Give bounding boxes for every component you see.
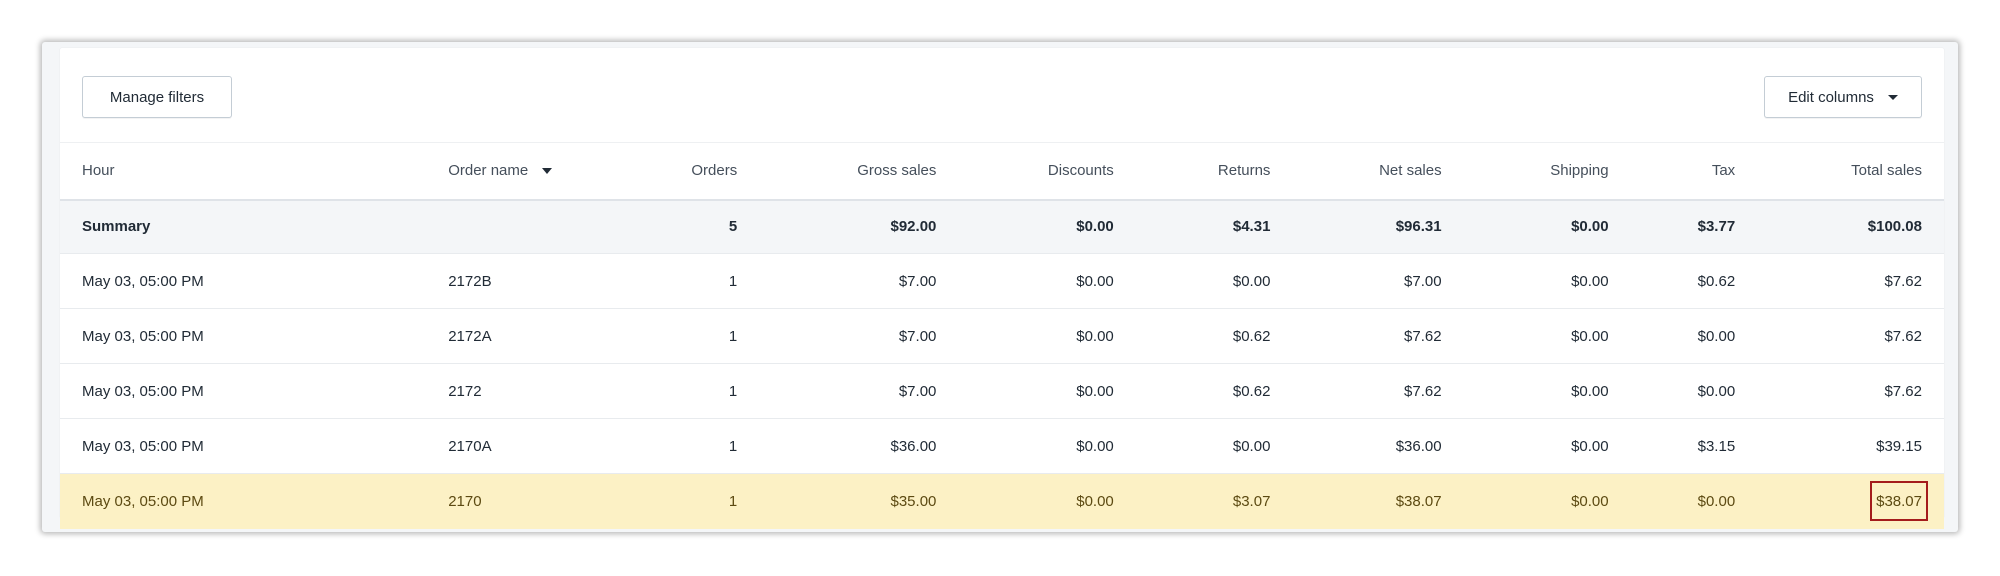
manage-filters-label: Manage filters: [109, 88, 205, 106]
cell-discounts: $0.00: [958, 418, 1136, 474]
summary-total-sales: $100.08: [1757, 199, 1944, 254]
summary-discounts: $0.00: [958, 199, 1136, 254]
cell-gross-sales: $7.00: [759, 253, 959, 309]
table-row[interactable]: May 03, 05:00 PM 2172B 1 $7.00 $0.00 $0.…: [60, 253, 1944, 309]
cell-net-sales: $38.07: [1292, 473, 1464, 529]
cell-orders: 1: [633, 418, 760, 474]
column-header-gross-sales[interactable]: Gross sales: [759, 142, 959, 201]
column-header-order-name[interactable]: Order name: [426, 142, 634, 201]
cell-total-sales: $7.62: [1757, 363, 1944, 419]
cell-discounts: $0.00: [958, 473, 1136, 529]
manage-filters-button[interactable]: Manage filters: [82, 76, 232, 118]
column-header-orders[interactable]: Orders: [633, 142, 760, 201]
cell-shipping: $0.00: [1463, 473, 1631, 529]
table-row-highlighted[interactable]: May 03, 05:00 PM 2170 1 $35.00 $0.00 $3.…: [60, 473, 1944, 529]
cell-order-name: 2172: [426, 363, 634, 419]
table-row[interactable]: May 03, 05:00 PM 2172A 1 $7.00 $0.00 $0.…: [60, 308, 1944, 364]
column-header-net-sales[interactable]: Net sales: [1292, 142, 1464, 201]
cell-net-sales: $36.00: [1292, 418, 1464, 474]
cell-net-sales: $7.00: [1292, 253, 1464, 309]
cell-gross-sales: $35.00: [759, 473, 959, 529]
column-header-returns[interactable]: Returns: [1135, 142, 1293, 201]
cell-hour: May 03, 05:00 PM: [60, 363, 427, 419]
cell-orders: 1: [633, 253, 760, 309]
cell-net-sales: $7.62: [1292, 308, 1464, 364]
summary-shipping: $0.00: [1463, 199, 1631, 254]
cell-hour: May 03, 05:00 PM: [60, 418, 427, 474]
report-panel: Manage filters Edit columns Hour Order n…: [60, 48, 1944, 529]
cell-hour: May 03, 05:00 PM: [60, 253, 427, 309]
report-card: Manage filters Edit columns Hour Order n…: [42, 42, 1958, 532]
cell-tax: $0.62: [1630, 253, 1758, 309]
column-header-hour[interactable]: Hour: [60, 142, 427, 201]
column-header-total-sales[interactable]: Total sales: [1757, 142, 1944, 201]
cell-orders: 1: [633, 308, 760, 364]
summary-tax: $3.77: [1630, 199, 1758, 254]
table-header-row: Hour Order name Orders Gross sales Disco…: [60, 142, 1944, 201]
cell-gross-sales: $36.00: [759, 418, 959, 474]
cell-returns: $0.00: [1135, 253, 1293, 309]
summary-order-name: [426, 199, 634, 254]
cell-gross-sales: $7.00: [759, 363, 959, 419]
cell-gross-sales: $7.00: [759, 308, 959, 364]
cell-tax: $0.00: [1630, 363, 1758, 419]
cell-discounts: $0.00: [958, 253, 1136, 309]
cell-tax: $3.15: [1630, 418, 1758, 474]
cell-discounts: $0.00: [958, 308, 1136, 364]
cell-orders: 1: [633, 473, 760, 529]
cell-returns: $3.07: [1135, 473, 1293, 529]
cell-hour: May 03, 05:00 PM: [60, 308, 427, 364]
summary-net-sales: $96.31: [1292, 199, 1464, 254]
caret-down-icon: [1887, 94, 1898, 100]
column-header-shipping[interactable]: Shipping: [1463, 142, 1631, 201]
cell-shipping: $0.00: [1463, 418, 1631, 474]
cell-returns: $0.00: [1135, 418, 1293, 474]
summary-row: Summary 5 $92.00 $0.00 $4.31 $96.31 $0.0…: [60, 199, 1944, 254]
cell-order-name: 2170: [426, 473, 634, 529]
summary-orders: 5: [633, 199, 760, 254]
cell-total-sales: $7.62: [1757, 308, 1944, 364]
table-row[interactable]: May 03, 05:00 PM 2170A 1 $36.00 $0.00 $0…: [60, 418, 1944, 474]
cell-tax: $0.00: [1630, 308, 1758, 364]
cell-shipping: $0.00: [1463, 308, 1631, 364]
cell-discounts: $0.00: [958, 363, 1136, 419]
cell-hour: May 03, 05:00 PM: [60, 473, 427, 529]
cell-orders: 1: [633, 363, 760, 419]
cell-net-sales: $7.62: [1292, 363, 1464, 419]
sort-descending-icon: [542, 168, 553, 175]
cell-shipping: $0.00: [1463, 253, 1631, 309]
table-row[interactable]: May 03, 05:00 PM 2172 1 $7.00 $0.00 $0.6…: [60, 363, 1944, 419]
edit-columns-button[interactable]: Edit columns: [1764, 76, 1922, 118]
column-header-order-name-label: Order name: [448, 162, 529, 180]
summary-gross-sales: $92.00: [759, 199, 959, 254]
total-sales-annotation-box: $38.07: [1870, 481, 1928, 522]
summary-returns: $4.31: [1135, 199, 1293, 254]
edit-columns-label: Edit columns: [1788, 88, 1874, 106]
cell-order-name: 2172B: [426, 253, 634, 309]
cell-shipping: $0.00: [1463, 363, 1631, 419]
cell-total-sales-annotated: $38.07: [1757, 473, 1944, 529]
column-header-discounts[interactable]: Discounts: [958, 142, 1136, 201]
sales-report-table: Hour Order name Orders Gross sales Disco…: [60, 142, 1944, 529]
column-header-tax[interactable]: Tax: [1630, 142, 1758, 201]
summary-label: Summary: [60, 199, 427, 254]
cell-order-name: 2172A: [426, 308, 634, 364]
cell-total-sales: $7.62: [1757, 253, 1944, 309]
cell-returns: $0.62: [1135, 363, 1293, 419]
cell-tax: $0.00: [1630, 473, 1758, 529]
cell-order-name: 2170A: [426, 418, 634, 474]
cell-returns: $0.62: [1135, 308, 1293, 364]
cell-total-sales: $39.15: [1757, 418, 1944, 474]
